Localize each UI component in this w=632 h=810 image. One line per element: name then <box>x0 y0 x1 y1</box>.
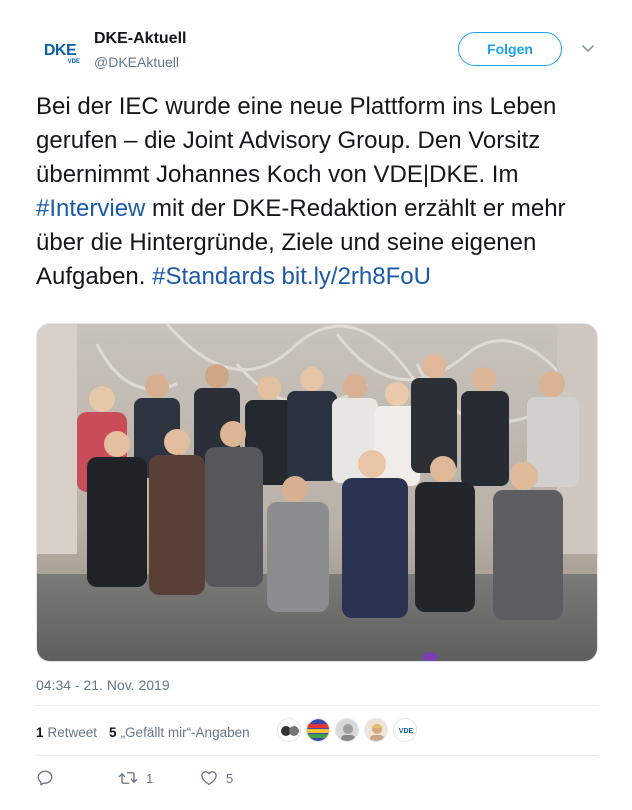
liker-avatar[interactable] <box>306 718 330 742</box>
hashtag-interview-link[interactable]: #Interview <box>36 195 145 222</box>
liker-avatar[interactable]: VDE <box>393 718 417 742</box>
hashtag-standards-link[interactable]: #Standards <box>152 263 275 290</box>
tweet-actions: 1 5 <box>36 766 282 790</box>
reply-icon <box>37 770 53 786</box>
vde-badge-text: VDE <box>399 728 414 735</box>
like-action-count: 5 <box>226 770 234 786</box>
tweet-stats: 1 Retweet 5 „Gefällt mir“-Angaben <box>36 722 250 742</box>
tweet-text-part <box>275 263 282 290</box>
url-link[interactable]: bit.ly/2rh8FoU <box>282 263 431 290</box>
tweet-timestamp[interactable]: 04:34 - 21. Nov. 2019 <box>36 677 170 693</box>
retweet-label[interactable]: Retweet <box>48 725 98 740</box>
account-handle[interactable]: @DKEAktuell <box>94 54 179 70</box>
liker-avatar[interactable] <box>277 718 301 742</box>
avatar[interactable]: DKE VDE <box>36 30 84 78</box>
follow-button[interactable]: Folgen <box>458 32 562 66</box>
liker-avatar[interactable] <box>335 718 359 742</box>
like-button[interactable]: 5 <box>200 769 282 787</box>
chevron-down-icon[interactable] <box>580 40 596 56</box>
tweet-text: Bei der IEC wurde eine neue Plattform in… <box>36 90 596 294</box>
likers-avatars: VDE <box>277 718 422 744</box>
group-photo[interactable] <box>36 323 598 662</box>
retweet-count[interactable]: 1 <box>36 725 44 740</box>
liker-avatar[interactable] <box>364 718 388 742</box>
like-label[interactable]: „Gefällt mir“-Angaben <box>121 725 250 740</box>
retweet-icon <box>118 772 138 784</box>
tweet-text-part: Bei der IEC wurde eine neue Plattform in… <box>36 93 557 188</box>
like-count[interactable]: 5 <box>109 725 117 740</box>
group-photo-image <box>37 324 597 661</box>
retweet-action-count: 1 <box>146 770 154 786</box>
reply-button[interactable] <box>36 769 118 787</box>
account-name[interactable]: DKE-Aktuell <box>94 30 186 48</box>
divider <box>36 705 598 706</box>
retweet-button[interactable]: 1 <box>118 769 200 787</box>
vde-logo-text: VDE <box>67 58 80 65</box>
dke-logo-text: DKE <box>43 41 77 59</box>
tweet-header: DKE VDE DKE-Aktuell @DKEAktuell Folgen <box>36 28 606 78</box>
divider <box>36 755 598 756</box>
heart-icon <box>201 771 217 786</box>
